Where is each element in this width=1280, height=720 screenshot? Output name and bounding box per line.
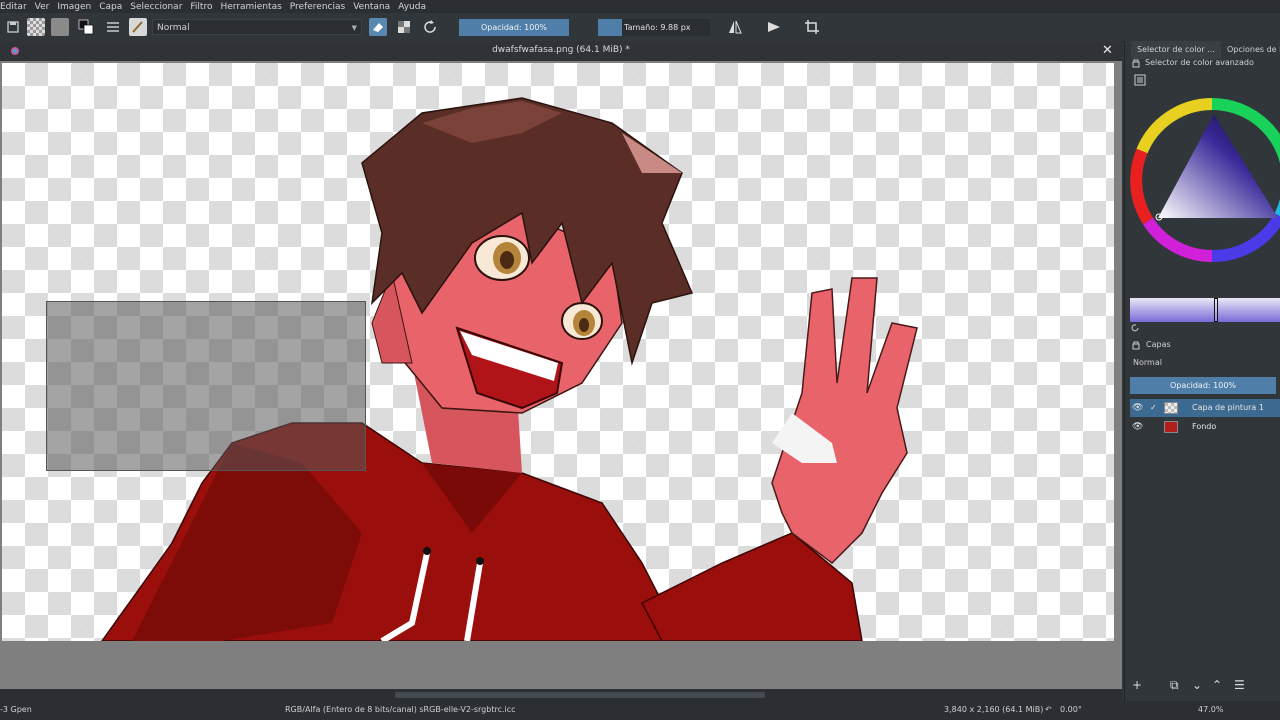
- tab-tool-options[interactable]: Opciones de la h: [1221, 41, 1280, 59]
- layer-row[interactable]: 👁 ✓ Capa de pintura 1: [1130, 399, 1280, 417]
- image-size-info: 3,840 x 2,160 (64.1 MiB): [944, 705, 1044, 714]
- document-tab-bar: dwafsfwafasa.png (64.1 MiB) * ✕: [0, 41, 1122, 61]
- duplicate-layer-icon[interactable]: ⧉: [1170, 678, 1179, 693]
- color-space-info: RGB/Alfa (Entero de 8 bits/canal) sRGB-e…: [285, 705, 516, 714]
- menu-bar: Editar Ver Imagen Capa Seleccionar Filtr…: [0, 0, 1280, 13]
- mirror-horizontal-icon[interactable]: [726, 18, 744, 36]
- mirror-vertical-icon[interactable]: [765, 18, 783, 36]
- tool-options-bar: Normal ▼ Opacidad: 100% Tamaño: 9.88 px: [0, 13, 1280, 42]
- zoom-value: 47.0%: [1198, 705, 1224, 714]
- tab-color-selector[interactable]: Selector de color ...: [1131, 41, 1221, 59]
- blend-mode-select[interactable]: Normal ▼: [152, 19, 362, 35]
- layer-properties-icon[interactable]: ☰: [1234, 678, 1245, 692]
- menu-ayuda[interactable]: Ayuda: [398, 2, 426, 12]
- brush-preset-icon[interactable]: [129, 18, 147, 36]
- wrap-around-icon[interactable]: [803, 18, 821, 36]
- brush-preset-name: -3 Gpen: [0, 705, 32, 714]
- document-title: dwafsfwafasa.png (64.1 MiB) *: [492, 45, 630, 55]
- eye-icon[interactable]: 👁: [1132, 418, 1143, 436]
- layer-thumbnail: [1164, 402, 1178, 414]
- horizontal-scrollbar[interactable]: [0, 689, 1122, 701]
- lock-icon[interactable]: [1131, 58, 1141, 68]
- canvas-area[interactable]: [0, 61, 1122, 689]
- menu-seleccionar[interactable]: Seleccionar: [130, 2, 182, 12]
- close-document-button[interactable]: ✕: [1102, 43, 1113, 58]
- panel-menu-icon[interactable]: [1134, 74, 1146, 86]
- fg-bg-color-icon[interactable]: [77, 18, 95, 36]
- layer-thumbnail: [1164, 421, 1178, 433]
- gradient-preset-icon[interactable]: [27, 18, 45, 36]
- checkmark-icon[interactable]: ✓: [1150, 399, 1157, 417]
- selection-rectangle[interactable]: [46, 301, 366, 471]
- size-slider[interactable]: Tamaño: 9.88 px: [598, 19, 710, 36]
- menu-editar[interactable]: Editar: [0, 2, 27, 12]
- move-up-icon[interactable]: ⌃: [1212, 678, 1222, 692]
- save-icon[interactable]: [4, 18, 22, 36]
- layer-name: Capa de pintura 1: [1192, 403, 1264, 412]
- menu-ventana[interactable]: Ventana: [353, 2, 390, 12]
- menu-ver[interactable]: Ver: [35, 2, 50, 12]
- refresh-icon[interactable]: [1130, 323, 1140, 333]
- add-layer-icon[interactable]: +: [1132, 678, 1142, 692]
- layers-toolbar: + ⧉ ⌄ ⌃ ☰: [1130, 678, 1280, 698]
- menu-herramientas[interactable]: Herramientas: [220, 2, 281, 12]
- chevron-down-icon: ▼: [351, 24, 357, 32]
- color-history-bar[interactable]: [1130, 298, 1280, 322]
- color-panel-title: Selector de color avanzado: [1145, 58, 1254, 67]
- status-bar: -3 Gpen RGB/Alfa (Entero de 8 bits/canal…: [0, 701, 1280, 720]
- rotation-value: 0.00°: [1060, 705, 1082, 714]
- menu-capa[interactable]: Capa: [99, 2, 122, 12]
- color-wheel[interactable]: [1128, 96, 1280, 272]
- move-down-icon[interactable]: ⌄: [1192, 678, 1202, 692]
- opacity-slider[interactable]: Opacidad: 100%: [459, 19, 569, 36]
- size-slider-label: Tamaño: 9.88 px: [624, 23, 691, 32]
- rotation-icon[interactable]: ↶: [1045, 705, 1052, 714]
- blend-mode-value: Normal: [157, 23, 190, 33]
- preserve-alpha-icon[interactable]: [395, 18, 413, 36]
- canvas[interactable]: [2, 63, 1114, 641]
- menu-filtro[interactable]: Filtro: [190, 2, 212, 12]
- layer-opacity-slider[interactable]: Opacidad: 100%: [1130, 377, 1276, 394]
- menu-imagen[interactable]: Imagen: [57, 2, 91, 12]
- eraser-mode-icon[interactable]: [369, 18, 387, 36]
- size-slider-fill: [598, 19, 622, 36]
- color-marker[interactable]: [1214, 298, 1218, 322]
- reload-preset-icon[interactable]: [421, 18, 439, 36]
- pattern-preset-icon[interactable]: [51, 18, 69, 36]
- layer-row[interactable]: 👁 Fondo: [1130, 418, 1280, 436]
- brush-settings-icon[interactable]: [104, 18, 122, 36]
- layer-name: Fondo: [1192, 422, 1217, 431]
- scrollbar-thumb[interactable]: [395, 692, 765, 698]
- layers-title: Capas: [1146, 340, 1171, 349]
- lock-icon[interactable]: [1131, 340, 1141, 350]
- menu-preferencias[interactable]: Preferencias: [290, 2, 345, 12]
- eye-icon[interactable]: 👁: [1132, 399, 1143, 417]
- layer-blend-select[interactable]: Normal: [1130, 355, 1280, 371]
